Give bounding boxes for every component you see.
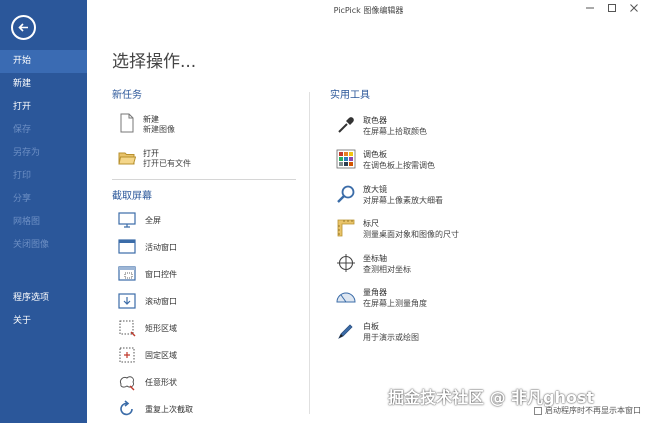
window-title: PicPick 图像编辑器 bbox=[333, 6, 404, 15]
tool-color-picker-desc: 在屏幕上拾取颜色 bbox=[363, 127, 427, 136]
capture-freehand-item[interactable]: 任意形状 bbox=[118, 373, 238, 393]
close-button[interactable] bbox=[625, 3, 643, 17]
magnifier-icon bbox=[337, 185, 355, 203]
open-file-item[interactable]: 打开 打开已有文件 bbox=[118, 147, 268, 175]
capture-scrolling-window-item[interactable]: 滚动窗口 bbox=[118, 292, 238, 312]
tool-protractor[interactable]: 量角器 在屏幕上测量角度 bbox=[336, 287, 496, 315]
new-task-title: 新任务 bbox=[112, 90, 142, 101]
active-window-icon bbox=[118, 239, 136, 254]
tool-protractor-label: 量角器 bbox=[363, 288, 387, 297]
close-icon bbox=[630, 4, 638, 12]
window-control-icon bbox=[118, 266, 136, 281]
maximize-button[interactable] bbox=[603, 3, 621, 17]
capture-active-window-item[interactable]: 活动窗口 bbox=[118, 238, 238, 258]
capture-window-control-label: 窗口控件 bbox=[145, 270, 177, 279]
capture-fixed-region-label: 固定区域 bbox=[145, 351, 177, 360]
capture-freehand-label: 任意形状 bbox=[145, 378, 177, 387]
repeat-capture-icon bbox=[120, 400, 133, 416]
capture-fullscreen-label: 全屏 bbox=[145, 216, 161, 225]
sidebar-item-save-as: 另存为 bbox=[13, 148, 41, 158]
capture-scrolling-window-label: 滚动窗口 bbox=[145, 297, 177, 306]
open-folder-icon bbox=[118, 152, 136, 165]
rectangle-region-icon bbox=[119, 320, 136, 337]
freehand-shape-icon bbox=[120, 376, 135, 391]
section-divider bbox=[112, 179, 296, 180]
sidebar-item-save: 保存 bbox=[13, 125, 32, 135]
tool-ruler[interactable]: 标尺 测量桌面对象和图像的尺寸 bbox=[336, 218, 496, 246]
tool-magnifier[interactable]: 放大镜 对屏幕上像素放大细看 bbox=[336, 184, 496, 212]
tool-magnifier-desc: 对屏幕上像素放大细看 bbox=[363, 196, 443, 205]
capture-rectangle-item[interactable]: 矩形区域 bbox=[118, 319, 238, 339]
tool-crosshair[interactable]: 坐标轴 查测相对坐标 bbox=[336, 253, 496, 281]
pen-icon bbox=[338, 324, 353, 339]
column-divider bbox=[309, 92, 310, 414]
back-button[interactable] bbox=[11, 15, 36, 40]
tool-crosshair-desc: 查测相对坐标 bbox=[363, 265, 411, 274]
sidebar-item-options[interactable]: 程序选项 bbox=[0, 287, 87, 310]
tool-magnifier-label: 放大镜 bbox=[363, 185, 387, 194]
page-title: 选择操作... bbox=[112, 52, 197, 72]
minimize-button[interactable] bbox=[581, 3, 599, 17]
sidebar-item-print: 打印 bbox=[13, 171, 32, 181]
tool-palette-label: 调色板 bbox=[363, 150, 387, 159]
tools-title: 实用工具 bbox=[330, 90, 370, 101]
palette-grid-icon bbox=[336, 149, 356, 169]
capture-fixed-region-item[interactable]: 固定区域 bbox=[118, 346, 238, 366]
tool-crosshair-label: 坐标轴 bbox=[363, 254, 387, 263]
capture-fullscreen-item[interactable]: 全屏 bbox=[118, 211, 238, 231]
eyedropper-icon bbox=[338, 117, 354, 133]
tool-palette-desc: 在调色板上按需调色 bbox=[363, 161, 435, 170]
protractor-icon bbox=[336, 292, 356, 303]
scrolling-window-icon bbox=[118, 293, 136, 309]
capture-repeat-label: 重复上次截取 bbox=[145, 405, 193, 414]
sidebar-item-share: 分享 bbox=[13, 194, 32, 204]
capture-rectangle-label: 矩形区域 bbox=[145, 324, 177, 333]
fixed-region-icon bbox=[119, 347, 135, 363]
tool-ruler-label: 标尺 bbox=[363, 219, 379, 228]
capture-active-window-label: 活动窗口 bbox=[145, 243, 177, 252]
maximize-icon bbox=[608, 4, 616, 12]
sidebar-item-about[interactable]: 关于 bbox=[0, 310, 87, 333]
tool-protractor-desc: 在屏幕上测量角度 bbox=[363, 299, 427, 308]
sidebar-item-close-image: 关闭图像 bbox=[13, 240, 50, 250]
capture-window-control-item[interactable]: 窗口控件 bbox=[118, 265, 238, 285]
sidebar-nav: 开始 新建 打开 保存 另存为 打印 分享 网格图 关闭图像 程序选项 关于 bbox=[0, 50, 87, 333]
sidebar: 开始 新建 打开 保存 另存为 打印 分享 网格图 关闭图像 程序选项 关于 bbox=[0, 0, 87, 423]
tool-ruler-desc: 测量桌面对象和图像的尺寸 bbox=[363, 230, 459, 239]
monitor-icon bbox=[118, 212, 136, 228]
tool-whiteboard[interactable]: 白板 用于演示或绘图 bbox=[336, 321, 496, 349]
sidebar-item-open[interactable]: 打开 bbox=[0, 96, 87, 119]
tool-palette[interactable]: 调色板 在调色板上按需调色 bbox=[336, 149, 496, 177]
title-bar: PicPick 图像编辑器 bbox=[87, 0, 650, 22]
sidebar-item-start[interactable]: 开始 bbox=[0, 50, 87, 73]
new-image-desc: 新建图像 bbox=[143, 125, 175, 134]
ruler-icon bbox=[337, 219, 355, 237]
tool-color-picker[interactable]: 取色器 在屏幕上拾取颜色 bbox=[336, 115, 496, 143]
open-file-desc: 打开已有文件 bbox=[143, 159, 191, 168]
crosshair-icon bbox=[337, 254, 355, 272]
back-arrow-icon bbox=[18, 23, 28, 32]
blank-document-icon bbox=[120, 113, 134, 133]
new-image-item[interactable]: 新建 新建图像 bbox=[118, 113, 268, 141]
tool-whiteboard-desc: 用于演示或绘图 bbox=[363, 333, 419, 342]
capture-repeat-item[interactable]: 重复上次截取 bbox=[118, 400, 238, 420]
sidebar-item-new[interactable]: 新建 bbox=[0, 73, 87, 96]
tool-whiteboard-label: 白板 bbox=[363, 322, 379, 331]
capture-title: 截取屏幕 bbox=[112, 191, 152, 202]
minimize-icon bbox=[586, 7, 594, 9]
tool-color-picker-label: 取色器 bbox=[363, 116, 387, 125]
startup-option-label: 启动程序时不再显示本窗口 bbox=[545, 406, 641, 415]
startup-option[interactable]: 启动程序时不再显示本窗口 bbox=[534, 405, 641, 416]
sidebar-item-grid: 网格图 bbox=[13, 217, 41, 227]
startup-checkbox[interactable] bbox=[534, 406, 542, 415]
